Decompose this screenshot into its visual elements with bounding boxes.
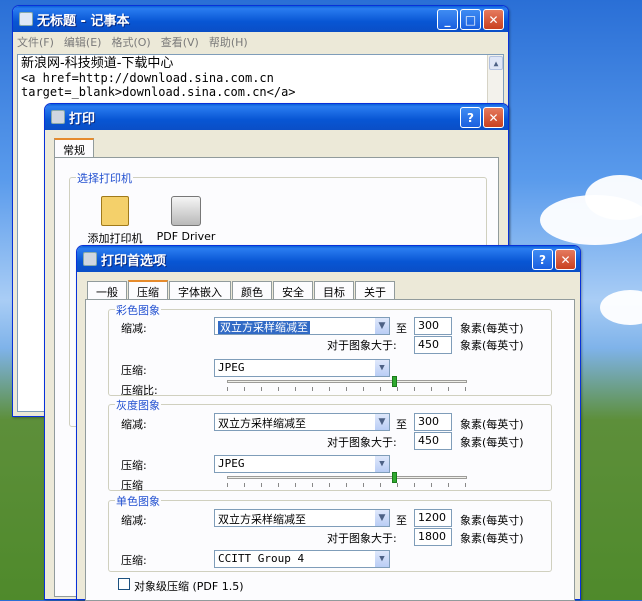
- add-printer-item[interactable]: 添加打印机: [80, 196, 150, 246]
- chevron-down-icon: ▼: [374, 456, 389, 472]
- downsample-method-select[interactable]: 双立方采样缩减至 ▼: [214, 317, 390, 335]
- chevron-down-icon: ▼: [374, 414, 389, 430]
- help-button[interactable]: ?: [460, 107, 481, 128]
- tab-destination[interactable]: 目标: [314, 281, 354, 299]
- tab-compression[interactable]: 压缩: [128, 280, 168, 300]
- threshold-input[interactable]: 450: [414, 432, 452, 450]
- select-printer-label: 选择打印机: [76, 170, 133, 186]
- quality-slider[interactable]: [227, 472, 467, 487]
- print-title: 打印: [69, 111, 96, 127]
- compression-label: 压缩:: [121, 554, 147, 567]
- grayscale-images-group: 灰度图象 缩减: 双立方采样缩减至 ▼ 至 300 象素(每英寸) 对于图象大于:…: [108, 397, 552, 492]
- menu-help[interactable]: 帮助(H): [209, 34, 248, 50]
- chevron-down-icon: ▼: [374, 551, 389, 567]
- resolution-input[interactable]: 1200: [414, 509, 452, 527]
- close-button[interactable]: ✕: [555, 249, 576, 270]
- compression-select[interactable]: JPEG ▼: [214, 455, 390, 473]
- monochrome-images-group: 单色图象 缩减: 双立方采样缩减至 ▼ 至 1200 象素(每英寸) 对于图象大于…: [108, 493, 552, 572]
- color-images-group: 彩色图象 缩减: 双立方采样缩减至 ▼ 至 300 象素(每英寸) 对于图象大于:…: [108, 302, 552, 397]
- close-button[interactable]: ✕: [483, 107, 504, 128]
- above-label: 对于图象大于:: [327, 436, 397, 449]
- quality-label: 压缩比:: [121, 384, 158, 397]
- tab-font-embedding[interactable]: 字体嵌入: [169, 281, 231, 299]
- menu-edit[interactable]: 编辑(E): [64, 34, 102, 50]
- unit-label: 象素(每英寸): [460, 436, 524, 449]
- grayscale-images-label: 灰度图象: [115, 397, 161, 413]
- downsample-label: 缩减:: [121, 514, 147, 527]
- print-tabs: 常规: [54, 137, 95, 158]
- tab-security[interactable]: 安全: [273, 281, 313, 299]
- compression-label: 压缩:: [121, 459, 147, 472]
- above-label: 对于图象大于:: [327, 532, 397, 545]
- preferences-tabs: 一般 压缩 字体嵌入 颜色 安全 目标 关于: [87, 279, 396, 300]
- printer-icon: [51, 110, 65, 124]
- slider-thumb[interactable]: [391, 376, 397, 387]
- notepad-icon: [19, 12, 33, 26]
- downsample-label: 缩减:: [121, 322, 147, 335]
- downsample-method-select[interactable]: 双立方采样缩减至 ▼: [214, 509, 390, 527]
- minimize-button[interactable]: _: [437, 9, 458, 30]
- to-label: 至: [396, 322, 407, 335]
- downsample-label: 缩减:: [121, 418, 147, 431]
- tab-general[interactable]: 常规: [54, 138, 94, 158]
- pdf-printer-icon: [171, 196, 201, 226]
- compression-label: 压缩:: [121, 364, 147, 377]
- text-line: target=_blank>download.sina.com.cn</a>: [21, 85, 296, 99]
- unit-label: 象素(每英寸): [460, 322, 524, 335]
- menu-format[interactable]: 格式(O): [111, 34, 150, 50]
- resolution-input[interactable]: 300: [414, 317, 452, 335]
- printer-label: PDF Driver: [156, 230, 216, 243]
- printer-icon: [83, 252, 97, 266]
- printer-label: 添加打印机: [87, 232, 143, 245]
- scroll-up-icon[interactable]: ▲: [489, 56, 503, 70]
- unit-label: 象素(每英寸): [460, 514, 524, 527]
- threshold-input[interactable]: 450: [414, 336, 452, 354]
- chevron-down-icon: ▼: [374, 360, 389, 376]
- add-printer-icon: [101, 196, 129, 226]
- threshold-input[interactable]: 1800: [414, 528, 452, 546]
- text-line: 新浪网-科技频道-下载中心: [21, 56, 174, 71]
- color-images-label: 彩色图象: [115, 302, 161, 318]
- text-line: <a href=http://download.sina.com.cn: [21, 71, 274, 85]
- to-label: 至: [396, 418, 407, 431]
- chevron-down-icon: ▼: [374, 510, 389, 526]
- preferences-titlebar[interactable]: 打印首选项 ? ✕: [77, 246, 580, 272]
- close-button[interactable]: ✕: [483, 9, 504, 30]
- resolution-input[interactable]: 300: [414, 413, 452, 431]
- downsample-method-select[interactable]: 双立方采样缩减至 ▼: [214, 413, 390, 431]
- above-label: 对于图象大于:: [327, 339, 397, 352]
- object-compression-label: 对象级压缩 (PDF 1.5): [134, 580, 244, 593]
- slider-thumb[interactable]: [391, 472, 397, 483]
- pdf-driver-item[interactable]: PDF Driver: [156, 196, 216, 243]
- unit-label: 象素(每英寸): [460, 339, 524, 352]
- compression-select[interactable]: JPEG ▼: [214, 359, 390, 377]
- menu-file[interactable]: 文件(F): [17, 34, 54, 50]
- printing-preferences-dialog: 打印首选项 ? ✕ 一般 压缩 字体嵌入 颜色 安全 目标 关于 彩色图象 缩减…: [76, 245, 581, 601]
- to-label: 至: [396, 514, 407, 527]
- compression-panel: 彩色图象 缩减: 双立方采样缩减至 ▼ 至 300 象素(每英寸) 对于图象大于:…: [85, 299, 575, 601]
- tab-color[interactable]: 颜色: [232, 281, 272, 299]
- preferences-title: 打印首选项: [101, 253, 167, 269]
- notepad-menubar: 文件(F) 编辑(E) 格式(O) 查看(V) 帮助(H): [13, 32, 508, 52]
- quality-slider[interactable]: [227, 376, 467, 391]
- maximize-button[interactable]: □: [460, 9, 481, 30]
- print-titlebar[interactable]: 打印 ? ✕: [45, 104, 508, 130]
- quality-label: 压缩: [121, 479, 143, 492]
- notepad-title: 无标题 - 记事本: [37, 13, 130, 29]
- menu-view[interactable]: 查看(V): [161, 34, 199, 50]
- unit-label: 象素(每英寸): [460, 418, 524, 431]
- unit-label: 象素(每英寸): [460, 532, 524, 545]
- cloud: [600, 290, 642, 325]
- monochrome-images-label: 单色图象: [115, 493, 161, 509]
- help-button[interactable]: ?: [532, 249, 553, 270]
- object-compression-checkbox[interactable]: [118, 578, 130, 590]
- chevron-down-icon: ▼: [374, 318, 389, 334]
- compression-select[interactable]: CCITT Group 4 ▼: [214, 550, 390, 568]
- notepad-titlebar[interactable]: 无标题 - 记事本 _ □ ✕: [13, 6, 508, 32]
- tab-about[interactable]: 关于: [355, 281, 395, 299]
- tab-general[interactable]: 一般: [87, 281, 127, 299]
